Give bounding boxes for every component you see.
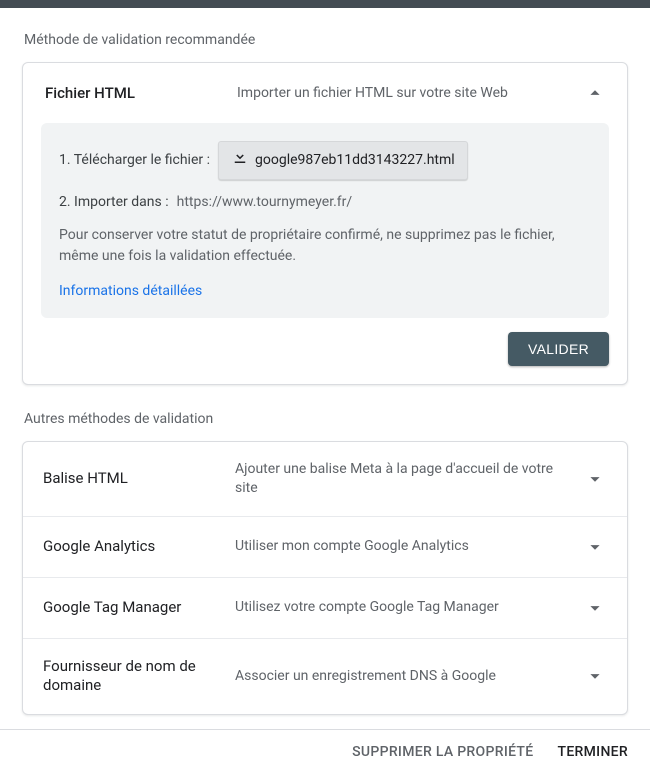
step-2-label: 2. Importer dans :: [59, 192, 169, 213]
method-html-tag[interactable]: Balise HTML Ajouter une balise Meta à la…: [23, 442, 627, 516]
keep-file-note: Pour conserver votre statut de propriéta…: [59, 225, 591, 267]
method-desc: Utilisez votre compte Google Tag Manager: [235, 598, 571, 617]
method-title: Google Analytics: [43, 537, 223, 557]
chevron-down-icon[interactable]: [583, 535, 607, 559]
validate-row: VALIDER: [23, 332, 627, 384]
other-heading: Autres méthodes de validation: [24, 411, 626, 427]
step-2-row: 2. Importer dans : https://www.tournymey…: [59, 192, 591, 213]
method-title: Google Tag Manager: [43, 598, 223, 618]
html-file-panel-body: 1. Télécharger le fichier : google987eb1…: [41, 123, 609, 318]
step-1-row: 1. Télécharger le fichier : google987eb1…: [59, 141, 591, 180]
recommended-card: Fichier HTML Importer un fichier HTML su…: [22, 62, 628, 385]
dialog-scroll-area: Méthode de validation recommandée Fichie…: [0, 8, 650, 729]
download-icon: [231, 148, 249, 173]
method-domain-provider[interactable]: Fournisseur de nom de domaine Associer u…: [23, 638, 627, 714]
dialog-footer: SUPPRIMER LA PROPRIÉTÉ TERMINER: [0, 729, 650, 774]
download-filename: google987eb11dd3143227.html: [255, 150, 455, 171]
method-google-tag-manager[interactable]: Google Tag Manager Utilisez votre compte…: [23, 577, 627, 638]
window-topbar: [0, 0, 650, 8]
method-desc: Ajouter une balise Meta à la page d'accu…: [235, 460, 571, 498]
panel-title: Fichier HTML: [45, 84, 225, 102]
other-methods-card: Balise HTML Ajouter une balise Meta à la…: [22, 441, 628, 715]
chevron-down-icon[interactable]: [583, 467, 607, 491]
method-desc: Associer un enregistrement DNS à Google: [235, 667, 571, 686]
chevron-up-icon[interactable]: [583, 81, 607, 105]
validate-button[interactable]: VALIDER: [508, 332, 609, 366]
html-file-panel-header[interactable]: Fichier HTML Importer un fichier HTML su…: [23, 63, 627, 119]
details-link[interactable]: Informations détaillées: [59, 281, 591, 302]
chevron-down-icon[interactable]: [583, 664, 607, 688]
recommended-heading: Méthode de validation recommandée: [24, 32, 626, 48]
finish-button[interactable]: TERMINER: [557, 744, 628, 760]
method-title: Fournisseur de nom de domaine: [43, 657, 223, 696]
method-desc: Utiliser mon compte Google Analytics: [235, 537, 571, 556]
download-file-button[interactable]: google987eb11dd3143227.html: [218, 141, 468, 180]
panel-desc: Importer un fichier HTML sur votre site …: [237, 84, 571, 103]
step-2-url: https://www.tournymeyer.fr/: [177, 192, 353, 213]
method-title: Balise HTML: [43, 469, 223, 489]
method-google-analytics[interactable]: Google Analytics Utiliser mon compte Goo…: [23, 516, 627, 577]
remove-property-button[interactable]: SUPPRIMER LA PROPRIÉTÉ: [352, 744, 533, 760]
chevron-down-icon[interactable]: [583, 596, 607, 620]
step-1-label: 1. Télécharger le fichier :: [59, 150, 210, 171]
